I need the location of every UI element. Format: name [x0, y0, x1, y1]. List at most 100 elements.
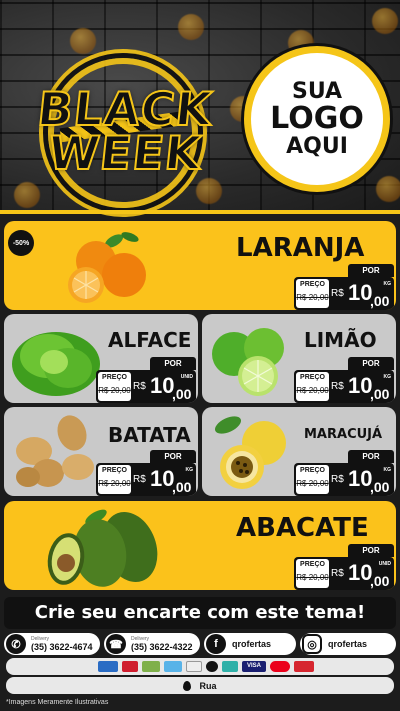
title-week: WEEK — [45, 125, 206, 181]
por-label: POR — [348, 450, 394, 463]
contact-number: (35) 3622-4674 — [31, 641, 93, 652]
whatsapp-contact[interactable]: ✆ Delivery (35) 3622-4674 — [4, 633, 100, 655]
price-tag: POR PREÇO R$ 20,00 R$ 10 ,00 KG — [294, 357, 394, 403]
price-unit: UNID — [378, 561, 391, 567]
product-name: BATATA — [108, 423, 191, 447]
price-tag: POR PREÇO R$ 20,00 R$ 10 ,00 UNID — [96, 357, 196, 403]
currency: R$ — [331, 568, 344, 579]
product-name: ABACATE — [236, 513, 369, 543]
disclaimer: *Imagens Meramente Ilustrativas — [6, 699, 109, 706]
logo-text-logo: LOGO — [270, 101, 364, 137]
price-decimal: ,00 — [370, 573, 390, 589]
facebook-contact[interactable]: f qrofertas — [204, 633, 296, 655]
por-label: POR — [348, 544, 394, 557]
coin-decoration — [376, 176, 400, 202]
phone-icon: ☎ — [106, 634, 126, 654]
product-card-limao[interactable]: LIMÃO POR PREÇO R$ 20,00 R$ 10 ,00 KG — [202, 314, 396, 403]
whatsapp-icon: ✆ — [6, 634, 26, 654]
cta-banner[interactable]: Crie seu encarte com este tema! — [4, 597, 396, 629]
product-card-abacate[interactable]: ABACATE POR PREÇO R$ 20,00 R$ 10 ,00 UNI… — [4, 501, 396, 590]
preco-label: PREÇO — [102, 374, 127, 381]
por-label: POR — [150, 450, 196, 463]
preco-label: PREÇO — [300, 281, 325, 288]
facebook-handle: qrofertas — [232, 639, 272, 649]
currency: R$ — [331, 381, 344, 392]
header-banner: BLACK WEEK SUA LOGO AQUI — [0, 0, 400, 212]
contact-number: (35) 3622-4322 — [131, 641, 193, 652]
coin-decoration — [178, 14, 204, 40]
currency: R$ — [331, 288, 344, 299]
product-card-maracuja[interactable]: MARACUJÁ POR PREÇO R$ 20,00 R$ 10 ,00 KG — [202, 407, 396, 496]
cash-icon — [142, 661, 160, 672]
price-integer: 10 — [150, 466, 175, 491]
address-bar[interactable]: Rua — [6, 677, 394, 694]
coin-decoration — [372, 8, 398, 34]
credit-card-icon — [98, 661, 118, 672]
price-decimal: ,00 — [370, 479, 390, 495]
payment-icon — [222, 661, 238, 672]
product-name: ALFACE — [108, 328, 192, 352]
old-price: R$ 20,00 — [296, 479, 329, 488]
product-name: LIMÃO — [304, 328, 377, 352]
product-card-batata[interactable]: BATATA POR PREÇO R$ 20,00 R$ 10 ,00 KG — [4, 407, 198, 496]
location-pin-icon — [183, 680, 192, 691]
preco-label: PREÇO — [102, 467, 127, 474]
price-unit: UNID — [180, 374, 193, 380]
currency: R$ — [133, 474, 146, 485]
old-price: R$ 20,00 — [296, 293, 329, 302]
price-integer: 10 — [150, 373, 175, 398]
currency: R$ — [331, 474, 344, 485]
currency: R$ — [133, 381, 146, 392]
visa-icon: VISA — [242, 661, 266, 672]
price-decimal: ,00 — [172, 386, 192, 402]
price-integer: 10 — [348, 466, 373, 491]
payment-methods-bar: VISA — [6, 658, 394, 675]
price-unit: KG — [383, 374, 392, 380]
old-price: R$ 20,00 — [296, 386, 329, 395]
price-decimal: ,00 — [172, 479, 192, 495]
price-unit: KG — [185, 467, 194, 473]
price-integer: 10 — [348, 280, 373, 305]
oranges-image — [68, 232, 146, 303]
price-unit: KG — [383, 281, 392, 287]
coin-decoration — [196, 178, 222, 204]
potatoes-image — [16, 415, 94, 487]
header-divider — [0, 210, 400, 214]
preco-label: PREÇO — [300, 467, 325, 474]
phone-contact[interactable]: ☎ Delivery (35) 3622-4322 — [104, 633, 200, 655]
address-text: Rua — [199, 680, 217, 691]
price-decimal: ,00 — [370, 386, 390, 402]
logo-placeholder: SUA LOGO AQUI — [244, 46, 390, 192]
old-price: R$ 20,00 — [98, 479, 131, 488]
instagram-contact[interactable]: ◎ qrofertas — [300, 633, 396, 655]
preco-label: PREÇO — [300, 374, 325, 381]
price-tag: POR PREÇO R$ 20,00 R$ 10 ,00 KG — [294, 450, 394, 496]
por-label: POR — [150, 357, 196, 370]
logo-text-aqui: AQUI — [286, 133, 348, 159]
card-icon — [122, 661, 138, 672]
product-card-laranja[interactable]: LARANJA POR PREÇO R$ 20,00 R$ 10 ,00 KG — [4, 221, 396, 310]
price-decimal: ,00 — [370, 293, 390, 309]
passion-fruit-image — [214, 416, 286, 489]
old-price: R$ 20,00 — [296, 573, 329, 582]
old-price: R$ 20,00 — [98, 386, 131, 395]
product-name: LARANJA — [236, 233, 365, 263]
product-card-alface[interactable]: ALFACE POR PREÇO R$ 20,00 R$ 10 ,00 UNID — [4, 314, 198, 403]
price-unit: KG — [383, 467, 392, 473]
facebook-icon: f — [206, 634, 226, 654]
por-label: POR — [348, 357, 394, 370]
elo-icon — [206, 661, 218, 672]
price-tag: POR PREÇO R$ 20,00 R$ 10 ,00 KG — [96, 450, 196, 496]
logo-text-sua: SUA — [291, 79, 343, 105]
limes-image — [212, 328, 284, 396]
price-tag: POR PREÇO R$ 20,00 R$ 10 ,00 KG — [294, 264, 394, 310]
price-integer: 10 — [348, 560, 373, 585]
price-tag: POR PREÇO R$ 20,00 R$ 10 ,00 UNID — [294, 544, 394, 590]
instagram-handle: qrofertas — [328, 639, 368, 649]
voucher-icon — [186, 661, 202, 672]
discount-badge: -50% — [8, 230, 34, 256]
product-name: MARACUJÁ — [304, 427, 383, 442]
lettuce-image — [12, 332, 100, 396]
por-label: POR — [348, 264, 394, 277]
preco-label: PREÇO — [300, 561, 325, 568]
